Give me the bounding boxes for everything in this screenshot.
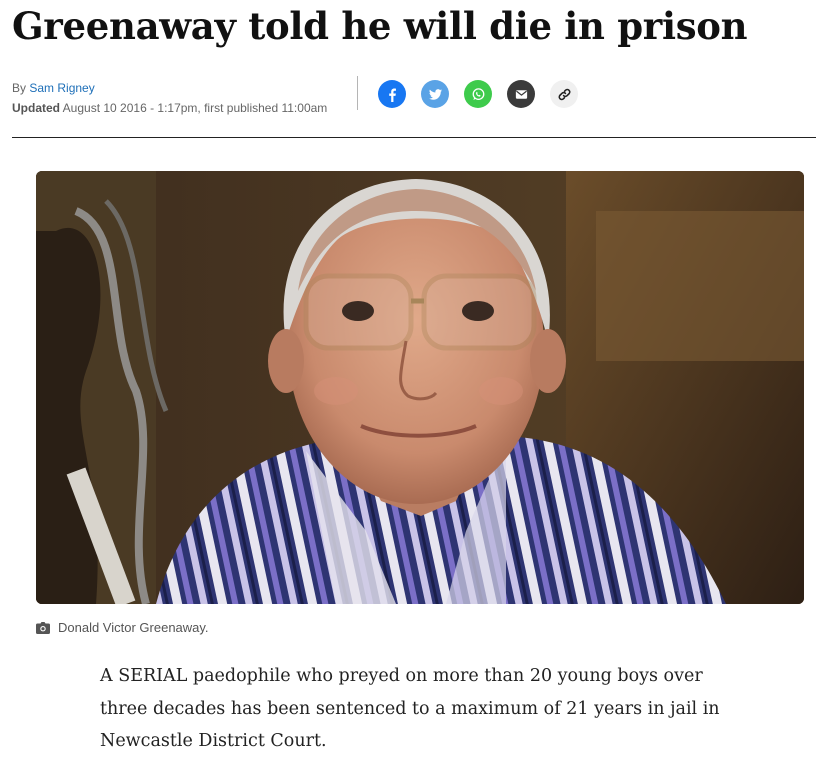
article-photo — [36, 171, 804, 604]
byline-divider — [357, 76, 358, 110]
updated-timestamp: August 10 2016 - 1:17pm, first published… — [62, 101, 328, 115]
envelope-icon — [514, 87, 529, 102]
byline-prefix: By — [12, 81, 27, 95]
updated-line: Updated August 10 2016 - 1:17pm, first p… — [12, 98, 327, 118]
share-twitter-button[interactable] — [421, 80, 449, 108]
share-email-button[interactable] — [507, 80, 535, 108]
author-line: By Sam Rigney — [12, 78, 327, 98]
camera-icon — [36, 622, 50, 634]
author-link[interactable]: Sam Rigney — [29, 81, 94, 95]
share-whatsapp-button[interactable] — [464, 80, 492, 108]
twitter-bird-icon — [428, 87, 443, 102]
link-icon — [557, 87, 572, 102]
updated-label: Updated — [12, 101, 60, 115]
photo-caption: Donald Victor Greenaway. — [36, 619, 209, 637]
portrait-image — [36, 171, 804, 604]
facebook-icon — [385, 87, 400, 102]
article-paragraph: A SERIAL paedophile who preyed on more t… — [100, 666, 720, 751]
caption-text: Donald Victor Greenaway. — [58, 620, 209, 635]
byline: By Sam Rigney Updated August 10 2016 - 1… — [12, 78, 327, 118]
header-divider — [12, 137, 816, 138]
article-headline: Greenaway told he will die in prison — [12, 4, 748, 48]
share-facebook-button[interactable] — [378, 80, 406, 108]
copy-link-button[interactable] — [550, 80, 578, 108]
whatsapp-icon — [471, 87, 486, 102]
